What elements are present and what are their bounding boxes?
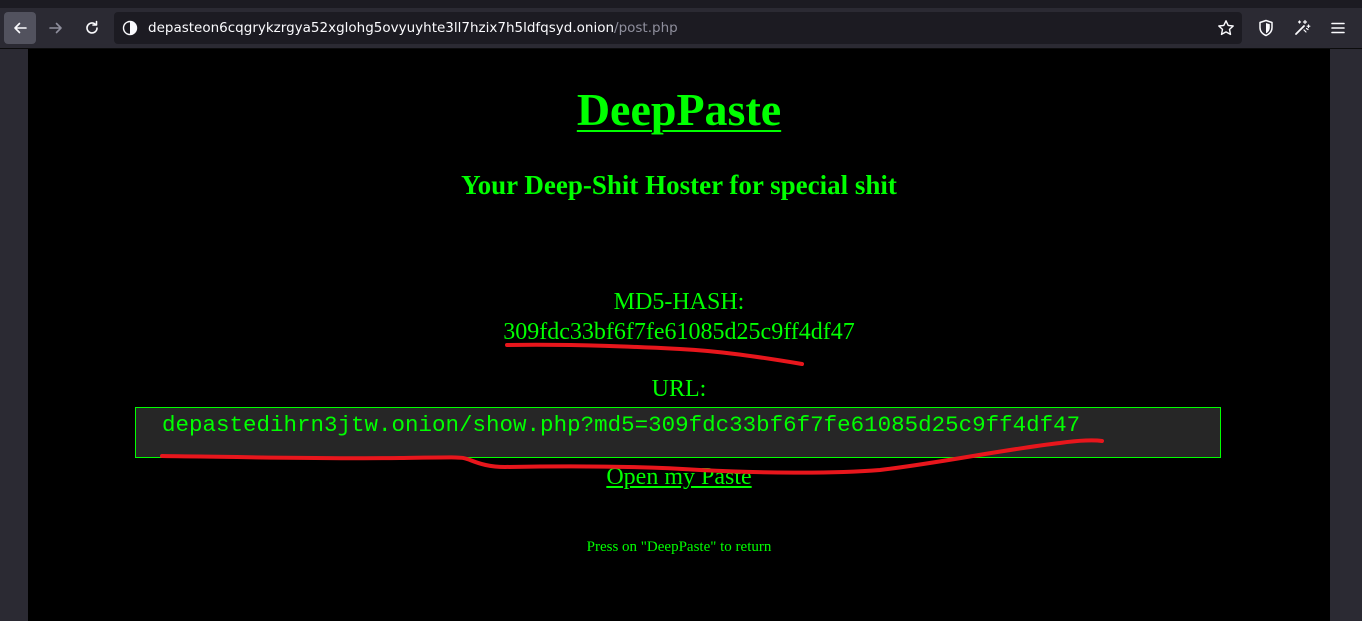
new-identity-button[interactable]: [1290, 16, 1314, 40]
magic-wand-icon: [1295, 19, 1311, 35]
site-title-link[interactable]: DeepPaste: [28, 83, 1330, 136]
url-path: /post.php: [614, 20, 678, 36]
md5-hash-label: MD5-HASH:: [613, 289, 745, 315]
shield-button[interactable]: [1254, 16, 1278, 40]
forward-arrow-icon: [49, 22, 62, 34]
paste-url-label: URL:: [651, 376, 707, 402]
reload-icon: [86, 20, 98, 34]
app-menu-button[interactable]: [1326, 16, 1350, 40]
menu-icon: [1331, 22, 1345, 34]
shield-icon: [1259, 19, 1273, 37]
right-page-gutter: [1330, 49, 1362, 621]
bookmark-star-icon: [1218, 20, 1234, 36]
return-instruction: Press on "DeepPaste" to return: [586, 539, 772, 555]
bookmark-button[interactable]: [1216, 18, 1236, 38]
url-host: depasteon6cqgrykzrgya52xglohg5ovyuyhte3l…: [148, 20, 615, 36]
site-subtitle: Your Deep-Shit Hoster for special shit: [461, 170, 897, 200]
forward-button[interactable]: [40, 12, 72, 44]
back-arrow-icon: [14, 22, 27, 34]
back-button[interactable]: [4, 12, 36, 44]
reload-button[interactable]: [76, 12, 108, 44]
md5-hash-value: 309fdc33bf6f7fe61085d25c9ff4df47: [503, 319, 855, 345]
window-top-strip: [0, 0, 1362, 8]
left-page-gutter: [0, 49, 28, 621]
page-content: DeepPaste Your Deep-Shit Hoster for spec…: [28, 49, 1330, 621]
paste-url-field[interactable]: depastedihrn3jtw.onion/show.php?md5=309f…: [135, 407, 1221, 458]
page-info-icon[interactable]: [122, 20, 138, 36]
browser-toolbar: depasteon6cqgrykzrgya52xglohg5ovyuyhte3l…: [0, 8, 1362, 49]
address-bar[interactable]: depasteon6cqgrykzrgya52xglohg5ovyuyhte3l…: [114, 12, 1242, 44]
address-text[interactable]: depasteon6cqgrykzrgya52xglohg5ovyuyhte3l…: [148, 12, 678, 44]
open-paste-link[interactable]: Open my Paste: [28, 464, 1330, 491]
